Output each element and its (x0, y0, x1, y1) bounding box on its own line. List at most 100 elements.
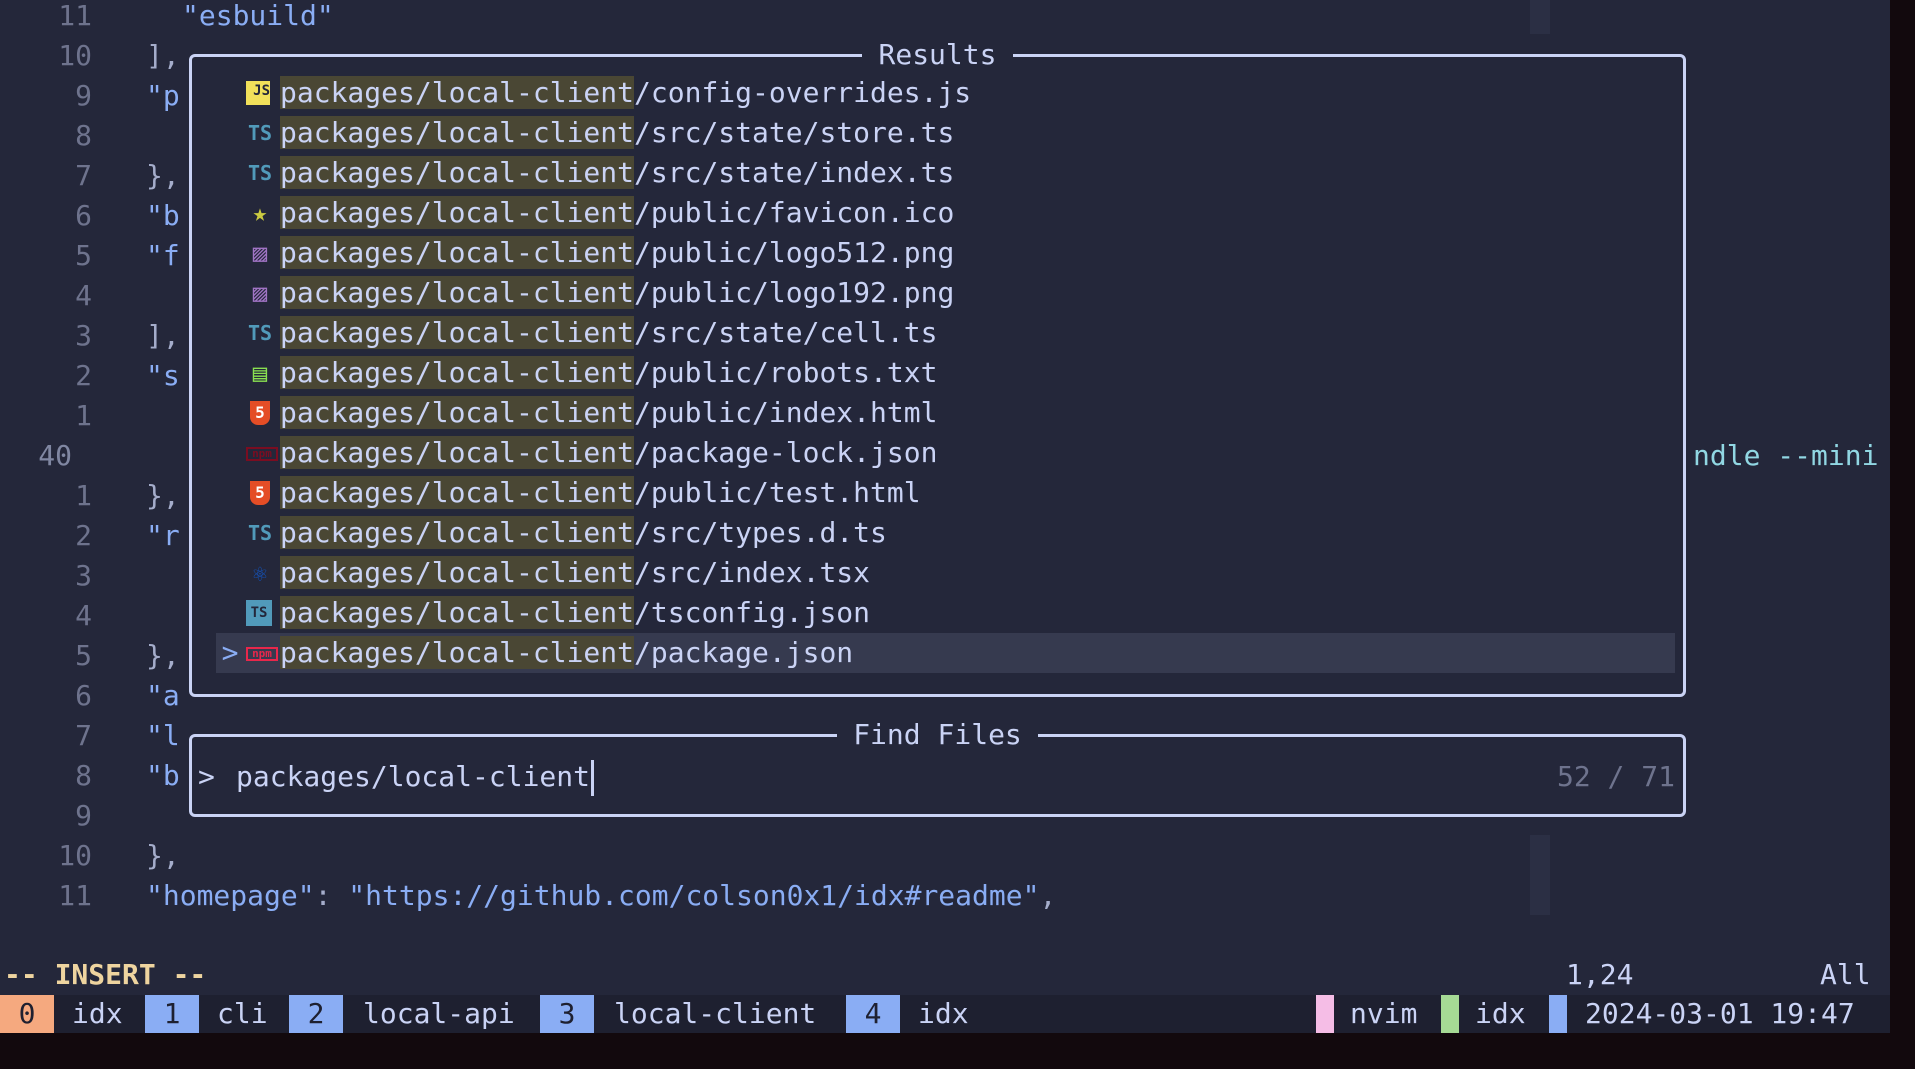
scroll-percentage: All (1820, 958, 1871, 991)
line-number: 6 (75, 679, 92, 712)
path-suffix: /public/logo512.png (634, 236, 955, 269)
result-path: packages/local-client/src/state/cell.ts (280, 313, 937, 353)
tmux-window-1[interactable]: 1 cli (145, 995, 285, 1033)
line-number: 4 (75, 279, 92, 312)
result-path: packages/local-client/package-lock.json (280, 433, 937, 473)
code-text: }, (146, 479, 180, 512)
scroll-guide-bottom (1530, 835, 1550, 915)
result-item[interactable]: ▨ packages/local-client/public/logo192.pn… (216, 273, 1675, 313)
result-item[interactable]: 5 packages/local-client/public/test.html (216, 473, 1675, 513)
code-line: }, (146, 636, 180, 676)
match-highlight: packages/local-client (280, 236, 635, 269)
window-name: idx (918, 997, 969, 1030)
result-path: packages/local-client/src/types.d.ts (280, 513, 887, 553)
text-file-icon: ▤ (252, 359, 268, 387)
search-query: packages/local-client (236, 760, 591, 793)
path-suffix: /tsconfig.json (634, 596, 871, 629)
result-item[interactable]: JS packages/local-client/config-overrides… (216, 73, 1675, 113)
code-line: "l (146, 716, 180, 756)
line-number: 1 (75, 479, 92, 512)
line-number: 7 (75, 159, 92, 192)
datetime-color-marker (1549, 995, 1567, 1033)
result-item[interactable]: 5 packages/local-client/public/index.html (216, 393, 1675, 433)
path-suffix: /src/types.d.ts (634, 516, 887, 549)
code-line: ], (146, 36, 180, 76)
npm-lock-icon: npm (246, 447, 278, 461)
result-item[interactable]: ▨ packages/local-client/public/logo512.pn… (216, 233, 1675, 273)
result-path: packages/local-client/tsconfig.json (280, 593, 870, 633)
javascript-file-icon: JS (246, 81, 270, 105)
typescript-file-icon: TS (247, 321, 273, 345)
typescript-file-icon: TS (247, 161, 273, 185)
line-number: 5 (75, 239, 92, 272)
line-number: 3 (75, 319, 92, 352)
result-item[interactable]: ★ packages/local-client/public/favicon.ic… (216, 193, 1675, 233)
tmux-right-session: idx (1441, 995, 1551, 1033)
code-line: }, (146, 156, 180, 196)
match-highlight: packages/local-client (280, 556, 635, 589)
window-index: 2 (289, 995, 343, 1033)
tmux-window-3[interactable]: 3 local-client (540, 995, 840, 1033)
code-line: "homepage": "https://github.com/colson0x… (146, 876, 1056, 915)
match-highlight: packages/local-client (280, 156, 635, 189)
code-line: "esbuild" (182, 0, 334, 36)
star-icon: ★ (252, 199, 268, 227)
code-line: }, (146, 476, 180, 516)
line-number: 10 (58, 39, 92, 72)
results-title: Results (862, 38, 1013, 71)
path-suffix: /package-lock.json (634, 436, 938, 469)
image-file-icon: ▨ (252, 279, 268, 307)
code-text: "b (146, 199, 180, 232)
result-item[interactable]: npm packages/local-client/package-lock.js… (216, 433, 1675, 473)
search-input[interactable]: packages/local-client (236, 757, 595, 797)
line-number: 5 (75, 639, 92, 672)
result-item[interactable]: > npm packages/local-client/package.json (216, 633, 1675, 673)
tmux-window-4[interactable]: 4 idx (846, 995, 986, 1033)
result-item[interactable]: TS packages/local-client/tsconfig.json (216, 593, 1675, 633)
code-text: }, (146, 839, 180, 872)
line-number: 8 (75, 119, 92, 152)
result-path: packages/local-client/src/state/store.ts (280, 113, 954, 153)
session-name: idx (1475, 997, 1526, 1030)
line-number: 2 (75, 519, 92, 552)
line-number: 2 (75, 359, 92, 392)
code-text: : (314, 879, 349, 912)
result-item[interactable]: ▤ packages/local-client/public/robots.txt (216, 353, 1675, 393)
path-suffix: /src/state/cell.ts (634, 316, 938, 349)
code-text: "l (146, 719, 180, 752)
react-icon: ⚛ (252, 559, 268, 587)
result-item[interactable]: TS packages/local-client/src/types.d.ts (216, 513, 1675, 553)
match-highlight: packages/local-client (280, 196, 635, 229)
line-number: 7 (75, 719, 92, 752)
editor-pane[interactable]: 11 10 9 8 7 6 5 4 3 2 1 40 1 2 3 4 5 6 7 8 9 10 11 "esbuild"],… (0, 0, 1890, 915)
line-number: 10 (58, 839, 92, 872)
result-item[interactable]: TS packages/local-client/src/state/cell.t… (216, 313, 1675, 353)
match-highlight: packages/local-client (280, 516, 635, 549)
datetime: 2024-03-01 19:47 (1585, 997, 1855, 1030)
result-item[interactable]: TS packages/local-client/src/state/store.… (216, 113, 1675, 153)
code-line: }, (146, 836, 180, 876)
code-text: "esbuild" (182, 0, 334, 32)
npm-icon: npm (246, 647, 278, 661)
code-text: "p (146, 79, 180, 112)
find-files-title: Find Files (837, 718, 1038, 751)
match-highlight: packages/local-client (280, 116, 635, 149)
result-item[interactable]: ⚛ packages/local-client/src/index.tsx (216, 553, 1675, 593)
tmux-window-2[interactable]: 2 local-api (289, 995, 539, 1033)
window-name: idx (72, 997, 123, 1030)
code-text: ], (146, 319, 180, 352)
result-item[interactable]: TS packages/local-client/src/state/index.… (216, 153, 1675, 193)
result-path: packages/local-client/config-overrides.j… (280, 73, 971, 113)
line-number: 11 (58, 0, 92, 32)
path-suffix: /public/index.html (634, 396, 938, 429)
match-highlight: packages/local-client (280, 356, 635, 389)
scroll-guide-top (1530, 0, 1550, 34)
session-color-marker (1441, 995, 1459, 1033)
tmux-window-0[interactable]: 0 idx (0, 995, 140, 1033)
code-text: ], (146, 39, 180, 72)
result-path: packages/local-client/src/state/index.ts (280, 153, 954, 193)
result-path: packages/local-client/public/logo192.png (280, 273, 954, 313)
code-text: }, (146, 159, 180, 192)
window-index: 1 (145, 995, 199, 1033)
selection-caret: > (221, 636, 239, 669)
